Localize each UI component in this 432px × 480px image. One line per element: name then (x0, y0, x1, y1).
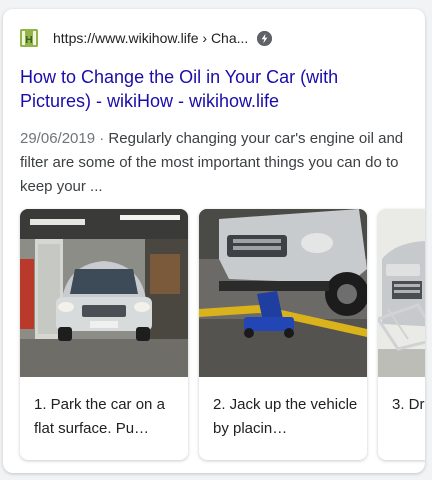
result-url[interactable]: https://www.wikihow.life › Cha... (53, 30, 248, 46)
result-snippet: 29/06/2019 · Regularly changing your car… (20, 127, 415, 199)
step-1-caption: 1. Park the car on a flat surface. Pu… (34, 396, 165, 437)
favicon-letter: H (25, 35, 32, 46)
amp-lightning-icon (257, 30, 273, 46)
step-3-image (378, 209, 425, 377)
search-result-card: H https://www.wikihow.life › Cha... How … (3, 9, 425, 473)
wikihow-favicon-icon: H (20, 29, 38, 47)
step-card-1[interactable]: 1. Park the car on a flat surface. Pu… (20, 209, 188, 460)
step-3-caption: 3. Driv vehicl (392, 396, 425, 413)
source-row[interactable]: H https://www.wikihow.life › Cha... (20, 28, 273, 48)
result-title-link[interactable]: How to Change the Oil in Your Car (with … (20, 65, 410, 113)
step-1-image (20, 209, 188, 377)
date-separator: · (99, 130, 105, 147)
result-date: 29/06/2019 (20, 130, 96, 147)
step-2-caption: 2. Jack up the vehicle by placin… (213, 396, 358, 437)
step-card-2[interactable]: 2. Jack up the vehicle by placin… (199, 209, 367, 460)
step-2-image (199, 209, 367, 377)
step-card-3[interactable]: 3. Driv vehicl (378, 209, 425, 460)
